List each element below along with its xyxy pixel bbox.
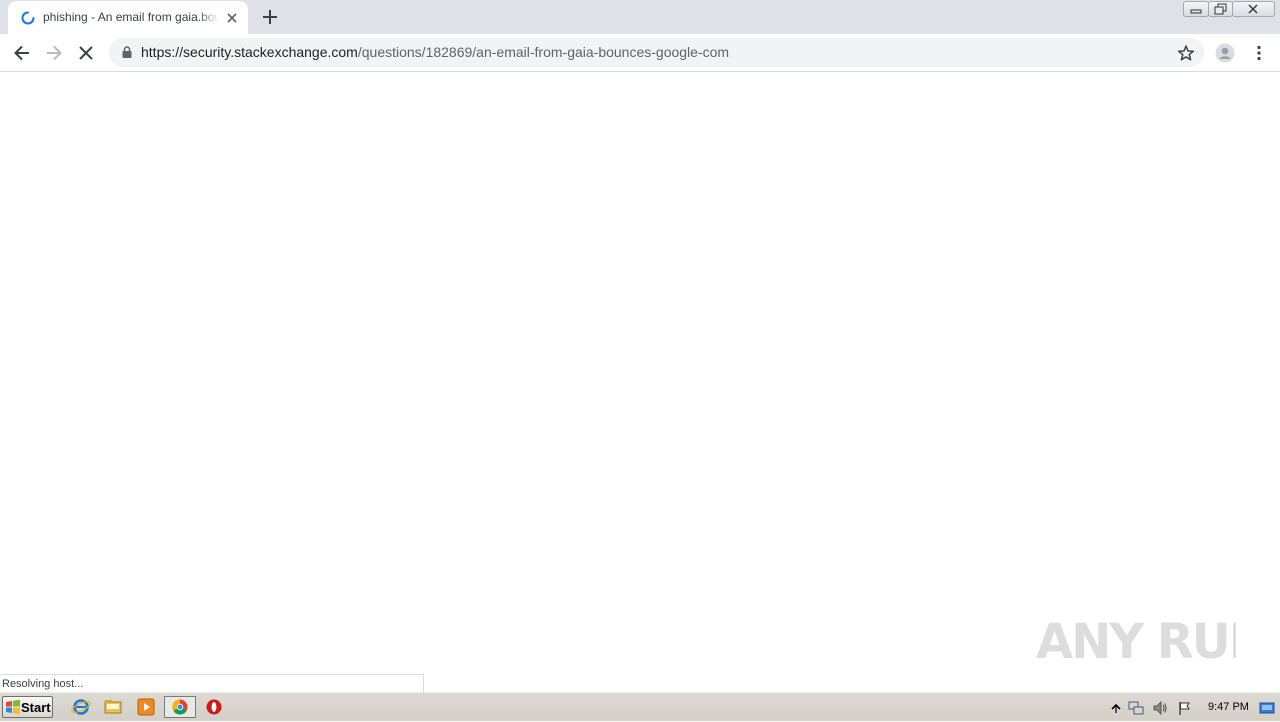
chrome-icon: [172, 699, 188, 715]
bookmark-star-icon[interactable]: [1177, 44, 1195, 62]
url-text: https://security.stackexchange.com/quest…: [141, 44, 729, 60]
file-explorer-icon[interactable]: [100, 696, 126, 718]
anyrun-watermark: ANY RUN: [1036, 614, 1236, 670]
action-center-flag-icon[interactable]: [1177, 700, 1193, 716]
address-bar[interactable]: https://security.stackexchange.com/quest…: [109, 38, 1204, 67]
media-player-icon[interactable]: [133, 696, 159, 718]
forward-arrow-icon[interactable]: [44, 43, 64, 63]
show-desktop-icon[interactable]: [1259, 700, 1275, 716]
watermark-text: ANY RUN: [1036, 614, 1236, 670]
window-close-button[interactable]: [1232, 1, 1275, 17]
restore-icon: [1214, 3, 1227, 15]
new-tab-icon[interactable]: [260, 7, 280, 27]
minimize-icon: [1190, 9, 1202, 14]
lock-icon: [122, 46, 132, 58]
profile-avatar-icon[interactable]: [1215, 43, 1235, 63]
opera-icon[interactable]: [201, 696, 227, 718]
url-host: security.stackexchange.com: [183, 44, 358, 60]
tab-active[interactable]: phishing - An email from gaia.bounces-go…: [8, 1, 248, 34]
url-path: /questions/182869/an-email-from-gaia-bou…: [357, 44, 730, 60]
volume-icon[interactable]: [1152, 700, 1168, 716]
tab-title: phishing - An email from gaia.bounces-go…: [43, 10, 219, 24]
page-content: [0, 72, 1280, 692]
menu-kebab-icon[interactable]: [1249, 43, 1269, 63]
tab-strip: phishing - An email from gaia.bounces-go…: [0, 0, 1280, 34]
system-tray: [1104, 695, 1280, 719]
url-scheme: https://: [141, 44, 184, 60]
start-label: Start: [21, 700, 51, 715]
start-button[interactable]: Start: [2, 696, 53, 718]
status-bubble: Resolving host...: [0, 674, 424, 692]
clock[interactable]: 9:47 PM: [1208, 701, 1249, 713]
taskbar: Start 9:47 PM: [0, 692, 1280, 721]
internet-explorer-icon[interactable]: [68, 696, 94, 718]
stop-loading-icon[interactable]: [76, 43, 96, 63]
back-arrow-icon[interactable]: [12, 43, 32, 63]
close-tab-icon[interactable]: [224, 10, 240, 26]
loading-spinner-icon: [21, 11, 35, 25]
window-minimize-button[interactable]: [1183, 1, 1209, 17]
browser-toolbar: https://security.stackexchange.com/quest…: [0, 34, 1280, 72]
window-restore-button[interactable]: [1208, 1, 1233, 17]
close-window-icon: [1248, 4, 1258, 14]
windows-logo-icon: [6, 699, 20, 715]
show-hidden-icons-icon[interactable]: [1108, 700, 1124, 716]
chrome-taskbar-button[interactable]: [164, 696, 196, 718]
network-icon[interactable]: [1128, 700, 1144, 716]
